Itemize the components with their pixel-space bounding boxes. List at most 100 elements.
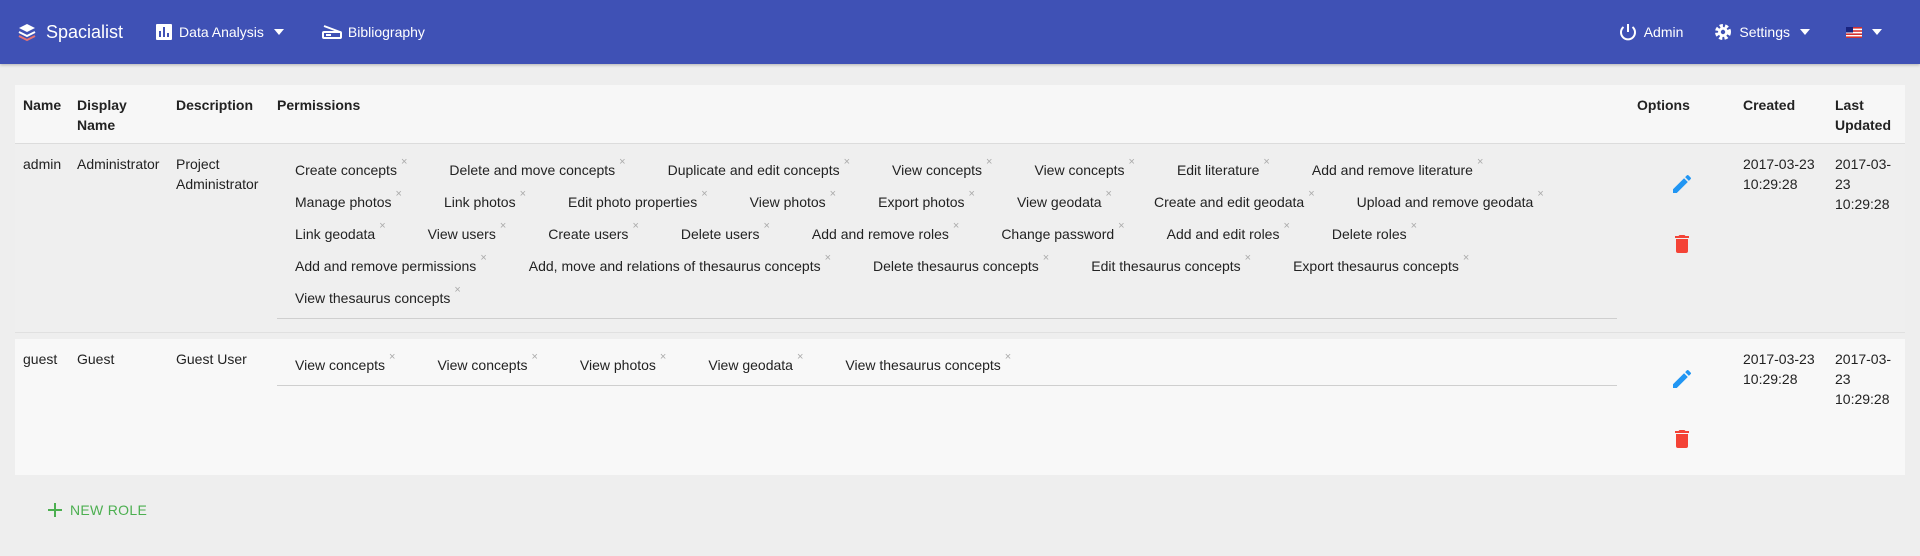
permission-label: View concepts — [1034, 162, 1125, 178]
us-flag-icon — [1846, 26, 1862, 38]
permission-tag: Delete roles × — [1332, 218, 1417, 250]
remove-permission-icon[interactable]: × — [1308, 186, 1314, 202]
bar-chart-icon — [155, 23, 173, 41]
permission-tag: View thesaurus concepts × — [845, 349, 1011, 381]
permission-label: View users — [427, 226, 496, 242]
permission-label: Add, move and relations of thesaurus con… — [528, 258, 821, 274]
settings-menu[interactable]: Settings — [1713, 0, 1810, 64]
remove-permission-icon[interactable]: × — [701, 186, 707, 202]
bibliography-link[interactable]: Bibliography — [321, 0, 425, 64]
remove-permission-icon[interactable]: × — [619, 154, 625, 170]
role-name: guest — [15, 339, 69, 475]
permission-tag: View users × — [428, 218, 507, 250]
chevron-down-icon — [273, 29, 284, 35]
language-menu[interactable] — [1846, 0, 1882, 64]
remove-permission-icon[interactable]: × — [1129, 154, 1135, 170]
chevron-down-icon — [1800, 29, 1810, 35]
permission-label: Export thesaurus concepts — [1293, 258, 1459, 274]
remove-permission-icon[interactable]: × — [454, 282, 460, 298]
remove-permission-icon[interactable]: × — [632, 218, 638, 234]
column-header-display-name[interactable]: Display Name — [69, 85, 168, 144]
column-header-last-updated[interactable]: Last Updated — [1827, 85, 1905, 144]
permission-tag: Add, move and relations of thesaurus con… — [529, 250, 831, 282]
permission-tag: Create users × — [548, 218, 639, 250]
remove-permission-icon[interactable]: × — [379, 218, 385, 234]
remove-permission-icon[interactable]: × — [986, 154, 992, 170]
gear-icon — [1713, 22, 1733, 42]
remove-permission-icon[interactable]: × — [389, 349, 395, 365]
permission-tag: View photos × — [750, 186, 836, 218]
remove-permission-icon[interactable]: × — [825, 250, 831, 266]
column-header-created[interactable]: Created — [1735, 85, 1827, 144]
role-display-name: Guest — [69, 339, 168, 475]
permission-label: View geodata — [708, 357, 793, 373]
remove-permission-icon[interactable]: × — [1245, 250, 1251, 266]
brand-name: Spacialist — [46, 21, 124, 42]
permission-tag: View concepts × — [437, 349, 537, 381]
permission-label: View photos — [579, 357, 656, 373]
remove-permission-icon[interactable]: × — [1106, 186, 1112, 202]
remove-permission-icon[interactable]: × — [531, 349, 537, 365]
remove-permission-icon[interactable]: × — [1263, 154, 1269, 170]
remove-permission-icon[interactable]: × — [969, 186, 975, 202]
remove-permission-icon[interactable]: × — [396, 186, 402, 202]
new-role-button[interactable]: NEW ROLE — [48, 502, 147, 518]
role-description: Guest User — [168, 339, 269, 475]
permission-tag: View geodata × — [1017, 186, 1112, 218]
permissions-tag-list[interactable]: Create concepts × Delete and move concepts… — [277, 148, 1617, 319]
data-analysis-menu[interactable]: Data Analysis — [155, 0, 284, 64]
permission-tag: Add and remove literature × — [1312, 154, 1484, 186]
permission-tag: Delete thesaurus concepts × — [873, 250, 1049, 282]
permission-tag: View concepts × — [295, 349, 395, 381]
data-analysis-label: Data Analysis — [179, 24, 264, 40]
remove-permission-icon[interactable]: × — [401, 154, 407, 170]
permission-label: Create users — [548, 226, 629, 242]
permission-label: Add and remove literature — [1311, 162, 1473, 178]
remove-permission-icon[interactable]: × — [1477, 154, 1483, 170]
remove-permission-icon[interactable]: × — [763, 218, 769, 234]
remove-permission-icon[interactable]: × — [520, 186, 526, 202]
column-header-description[interactable]: Description — [168, 85, 269, 144]
remove-permission-icon[interactable]: × — [1118, 218, 1124, 234]
navbar-right: Admin Settings — [1618, 0, 1920, 64]
permission-label: Manage photos — [295, 194, 392, 210]
role-updated: 2017-03-23 10:29:28 — [1827, 339, 1905, 475]
permission-label: Delete roles — [1331, 226, 1407, 242]
remove-permission-icon[interactable]: × — [1411, 218, 1417, 234]
remove-permission-icon[interactable]: × — [830, 186, 836, 202]
permission-label: Change password — [1001, 226, 1115, 242]
role-description: Project Administrator — [168, 143, 269, 333]
scanner-icon — [321, 24, 342, 40]
column-header-name[interactable]: Name — [15, 85, 69, 144]
table-row: admin Administrator Project Administrato… — [15, 143, 1905, 333]
remove-permission-icon[interactable]: × — [660, 349, 666, 365]
edit-role-button[interactable] — [1670, 172, 1694, 196]
column-header-permissions[interactable]: Permissions — [269, 85, 1629, 144]
pencil-icon — [1673, 174, 1692, 193]
remove-permission-icon[interactable]: × — [500, 218, 506, 234]
permission-tag: Edit literature × — [1177, 154, 1270, 186]
permission-label: Add and remove roles — [811, 226, 949, 242]
permission-label: View concepts — [892, 162, 983, 178]
remove-permission-icon[interactable]: × — [480, 250, 486, 266]
remove-permission-icon[interactable]: × — [1283, 218, 1289, 234]
admin-button[interactable]: Admin — [1618, 0, 1683, 64]
remove-permission-icon[interactable]: × — [797, 349, 803, 365]
delete-role-button[interactable] — [1670, 232, 1694, 256]
remove-permission-icon[interactable]: × — [1463, 250, 1469, 266]
edit-role-button[interactable] — [1670, 367, 1694, 391]
role-created: 2017-03-23 10:29:28 — [1735, 143, 1827, 333]
table-row: guest Guest Guest User View concepts × Vie… — [15, 339, 1905, 475]
permission-tag: Manage photos × — [295, 186, 402, 218]
remove-permission-icon[interactable]: × — [844, 154, 850, 170]
permission-label: Create concepts — [295, 162, 397, 178]
permissions-tag-list[interactable]: View concepts × View concepts × View photos ×… — [277, 343, 1617, 386]
permission-label: Add and edit roles — [1166, 226, 1280, 242]
permission-tag: View concepts × — [892, 154, 992, 186]
remove-permission-icon[interactable]: × — [953, 218, 959, 234]
remove-permission-icon[interactable]: × — [1537, 186, 1543, 202]
remove-permission-icon[interactable]: × — [1043, 250, 1049, 266]
brand-link[interactable]: Spacialist — [16, 0, 123, 64]
remove-permission-icon[interactable]: × — [1005, 349, 1011, 365]
delete-role-button[interactable] — [1670, 427, 1694, 451]
